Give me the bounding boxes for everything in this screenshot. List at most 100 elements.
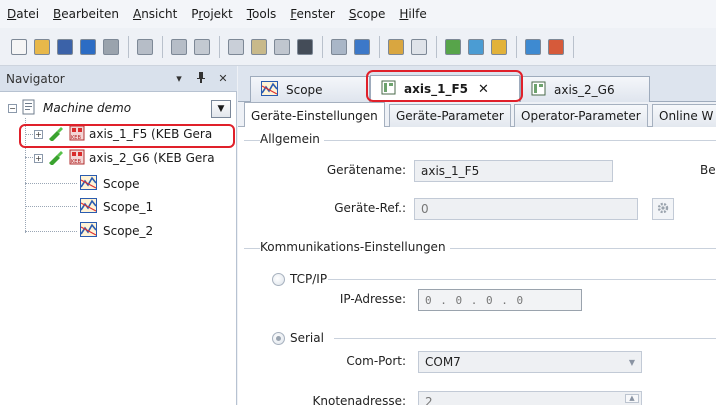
paste-icon: [250, 38, 267, 55]
menu-item[interactable]: Projekt: [191, 7, 232, 21]
device-scan-icon: [467, 38, 484, 55]
scope-icon: [80, 222, 97, 240]
device-add-button[interactable]: [385, 36, 406, 58]
print-button[interactable]: [100, 36, 121, 58]
cut-icon: [193, 38, 210, 55]
ip-address-field[interactable]: 0 . 0 . 0 . 0: [418, 289, 582, 311]
replace-icon: [330, 38, 347, 55]
find-button[interactable]: [294, 36, 315, 58]
device-name-label: Gerätename:: [326, 163, 406, 177]
tree-item-scope-1[interactable]: Scope_1: [80, 197, 153, 217]
save-button[interactable]: [54, 36, 75, 58]
menu-item[interactable]: Ansicht: [133, 7, 177, 21]
connect-button[interactable]: [442, 36, 463, 58]
menu-item[interactable]: Hilfe: [399, 7, 426, 21]
open-folder-icon: [33, 38, 50, 55]
tree-item-scope[interactable]: Scope: [80, 174, 140, 194]
tab-operator-parameter[interactable]: Operator-Parameter: [514, 104, 648, 127]
toolbar-separator: [379, 35, 380, 58]
undo-button[interactable]: [134, 36, 155, 58]
menu-item[interactable]: Bearbeiten: [53, 7, 119, 21]
tree-root[interactable]: − Machine demo: [8, 98, 131, 118]
menu-bar: Datei Bearbeiten Ansicht Projekt Tools Fenste…: [0, 0, 716, 28]
delete-button[interactable]: [271, 36, 292, 58]
redo-icon: [170, 38, 187, 55]
project-icon: [21, 99, 37, 118]
undo-icon: [136, 38, 153, 55]
tree-item-scope-2[interactable]: Scope_2: [80, 221, 153, 241]
menu-text: ilfe: [408, 7, 427, 21]
device-tab-icon: [531, 81, 546, 99]
node-address-stepper[interactable]: 2 ▲: [418, 391, 642, 405]
menu-item[interactable]: Fenster: [290, 7, 335, 21]
download-icon: [524, 38, 541, 55]
network-icon: [353, 38, 370, 55]
device-config-button[interactable]: [408, 36, 429, 58]
node-address-label: Knotenadresse:: [312, 394, 406, 405]
paste-button[interactable]: [248, 36, 269, 58]
find-icon: [296, 38, 313, 55]
tree-line: [25, 231, 77, 232]
new-file-button[interactable]: [8, 36, 29, 58]
tree-item-label: Scope_1: [103, 200, 154, 214]
toolbar-separator: [516, 35, 517, 58]
menu-text: enster: [296, 7, 335, 21]
tab-axis-2-g6[interactable]: axis_2_G6: [520, 76, 650, 102]
redo-button[interactable]: [168, 36, 189, 58]
chevron-down-icon: ▼: [628, 358, 635, 367]
menu-text: cope: [356, 7, 386, 21]
print-icon: [102, 38, 119, 55]
scope-button[interactable]: [545, 36, 566, 58]
scope-icon: [261, 80, 278, 99]
tree-item-label: Scope: [103, 177, 140, 191]
save-icon: [56, 38, 73, 55]
collapse-icon[interactable]: −: [8, 103, 17, 113]
expand-icon[interactable]: +: [34, 153, 43, 163]
navigator-dropdown-button[interactable]: ▼: [211, 100, 231, 118]
com-port-select[interactable]: COM7 ▼: [418, 351, 642, 373]
device-name-field[interactable]: axis_1_F5: [414, 160, 613, 182]
tab-online[interactable]: Online W: [652, 104, 716, 127]
tree-line: [25, 183, 77, 184]
menu-text: atei: [16, 7, 40, 21]
menu-accelerator: D: [7, 7, 17, 21]
tab-geraete-parameter[interactable]: Geräte-Parameter: [389, 104, 511, 127]
settings-gear-button[interactable]: [652, 198, 674, 220]
spin-up-icon[interactable]: ▲: [625, 394, 639, 403]
tree-item-axis-2[interactable]: + KEB axis_2_G6 (KEB Gera: [34, 148, 215, 168]
highlight-annotation: [366, 70, 523, 102]
node-address-value: 2: [425, 395, 433, 405]
toolbar-separator: [162, 35, 163, 58]
navigator-menu-icon[interactable]: ▾: [171, 72, 187, 85]
toolbar-separator: [322, 35, 323, 58]
device-ref-field[interactable]: 0: [414, 198, 638, 220]
device-scan-button[interactable]: [465, 36, 486, 58]
group-general-title: Allgemein: [260, 132, 324, 146]
scope-icon: [80, 198, 97, 216]
tab-label: Scope: [286, 82, 323, 97]
tcpip-radio[interactable]: [272, 273, 285, 286]
scope-icon: [547, 38, 564, 55]
download-button[interactable]: [522, 36, 543, 58]
menu-item[interactable]: Tools: [247, 7, 277, 21]
network-button[interactable]: [351, 36, 372, 58]
gear-icon: [656, 201, 670, 218]
menu-text: ools: [252, 7, 277, 21]
menu-text: ojekt: [203, 7, 233, 21]
navigator-close-icon[interactable]: ✕: [215, 72, 231, 85]
scope-icon: [80, 175, 97, 193]
tab-geraete-einstellungen[interactable]: Geräte-Einstellungen: [244, 102, 385, 128]
group-border: [328, 279, 716, 280]
pin-icon[interactable]: [193, 71, 209, 86]
cut-button[interactable]: [191, 36, 212, 58]
open-folder-button[interactable]: [31, 36, 52, 58]
tcpip-label: TCP/IP: [290, 272, 328, 286]
import-button[interactable]: [77, 36, 98, 58]
key-button[interactable]: [488, 36, 509, 58]
copy-button[interactable]: [225, 36, 246, 58]
tab-scope[interactable]: Scope: [250, 76, 370, 102]
serial-radio[interactable]: [272, 332, 285, 345]
replace-button[interactable]: [328, 36, 349, 58]
menu-item[interactable]: Datei: [7, 7, 39, 21]
menu-item[interactable]: Scope: [349, 7, 386, 21]
